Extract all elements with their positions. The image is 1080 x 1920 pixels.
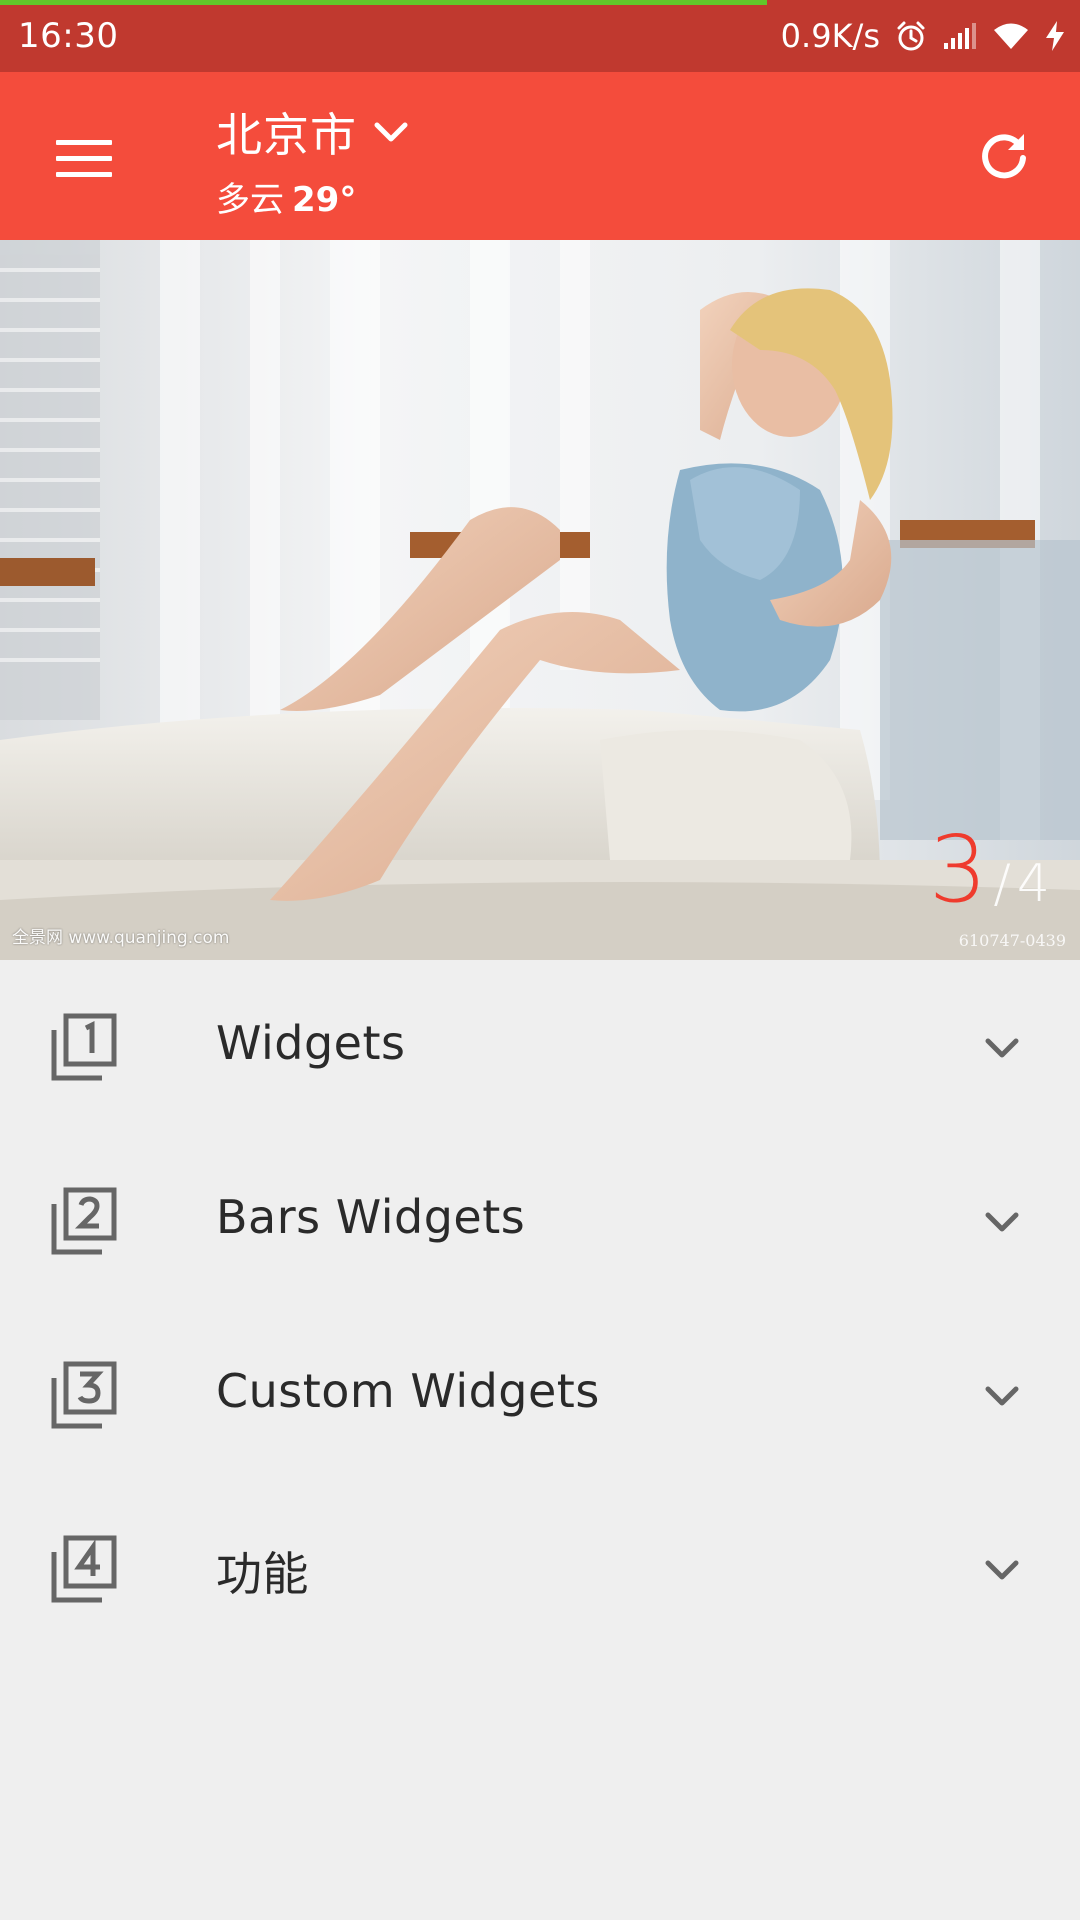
weather-summary: 多云 29° xyxy=(216,172,356,221)
app-bar: 北京市 多云 29° xyxy=(0,72,1080,240)
page-indicator: 3 / 4 xyxy=(929,824,1050,916)
image-code: 610747-0439 xyxy=(958,931,1066,950)
refresh-icon xyxy=(982,134,1026,179)
menu-list: Widgets Bars Widgets Custom Widgets 功能 xyxy=(0,960,1080,1656)
chevron-down-icon xyxy=(985,1038,1019,1058)
list-item-features[interactable]: 功能 xyxy=(0,1482,1080,1656)
city-selector[interactable]: 北京市 xyxy=(216,102,411,162)
charging-icon xyxy=(1044,20,1066,52)
carousel-photo xyxy=(0,240,1080,960)
loading-progress-bar xyxy=(0,0,767,5)
refresh-button[interactable] xyxy=(964,116,1044,196)
list-item-widgets[interactable]: Widgets xyxy=(0,960,1080,1134)
menu-icon xyxy=(56,140,112,177)
chevron-down-icon xyxy=(985,1386,1019,1406)
weather-temperature: 29° xyxy=(292,180,357,220)
filter-1-icon xyxy=(51,1013,117,1081)
image-watermark: 全景网 www.quanjing.com xyxy=(12,928,230,948)
network-speed: 0.9K/s xyxy=(780,17,880,55)
indicator-total-pages: 4 xyxy=(1016,854,1050,914)
menu-button[interactable] xyxy=(40,118,128,198)
weather-condition: 多云 xyxy=(216,180,284,220)
list-item-label: Custom Widgets xyxy=(216,1364,600,1418)
status-time: 16:30 xyxy=(18,16,119,56)
chevron-down-icon xyxy=(374,122,408,142)
list-item-label: 功能 xyxy=(216,1547,309,1601)
chevron-down-icon xyxy=(985,1212,1019,1232)
status-bar: 16:30 0.9K/s xyxy=(0,0,1080,72)
status-icons: 0.9K/s xyxy=(781,14,1066,58)
filter-3-icon xyxy=(51,1361,117,1429)
city-name: 北京市 xyxy=(216,108,357,162)
filter-2-icon xyxy=(51,1187,117,1255)
list-item-label: Bars Widgets xyxy=(216,1190,526,1244)
list-item-bars-widgets[interactable]: Bars Widgets xyxy=(0,1134,1080,1308)
image-carousel[interactable]: 全景网 www.quanjing.com 610747-0439 3 / 4 xyxy=(0,240,1080,960)
signal-icon xyxy=(942,21,978,51)
wifi-icon xyxy=(992,21,1030,51)
chevron-down-icon xyxy=(985,1560,1019,1580)
filter-4-icon xyxy=(51,1535,117,1603)
list-item-custom-widgets[interactable]: Custom Widgets xyxy=(0,1308,1080,1482)
indicator-current-page: 3 xyxy=(928,816,988,923)
list-item-label: Widgets xyxy=(216,1016,406,1070)
alarm-icon xyxy=(894,19,928,53)
indicator-separator: / xyxy=(993,854,1011,914)
